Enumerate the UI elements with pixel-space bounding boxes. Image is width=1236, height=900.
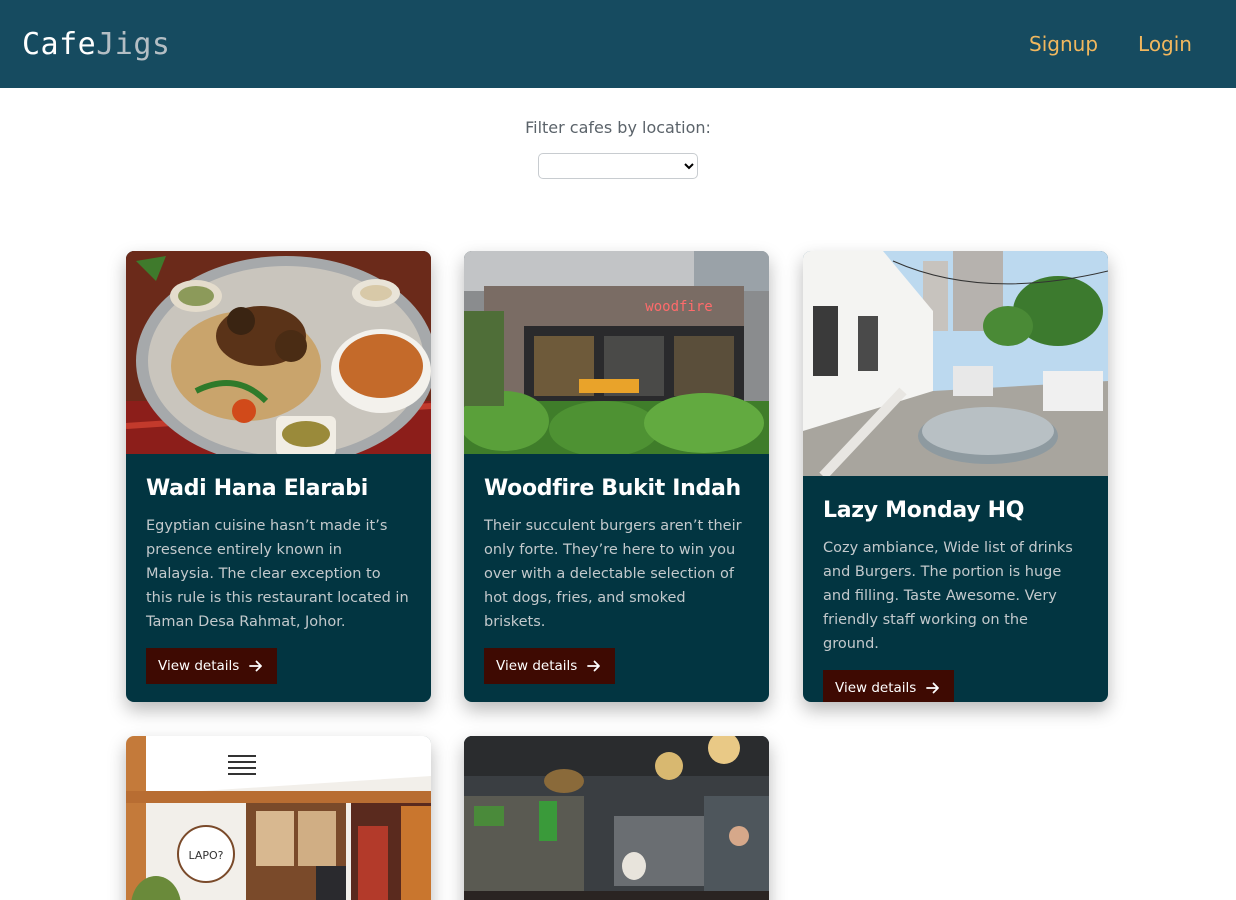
navbar: CafeJigs Signup Login bbox=[0, 0, 1236, 88]
cafe-interior-image bbox=[464, 736, 769, 900]
cafe-entrance-image: LAPO? bbox=[126, 736, 431, 900]
filter-label: Filter cafes by location: bbox=[525, 118, 711, 137]
card-body: Woodfire Bukit Indah Their succulent bur… bbox=[464, 454, 769, 702]
cafe-card: LAPO? bbox=[126, 736, 431, 900]
brand-part-1: Cafe bbox=[22, 26, 97, 62]
view-details-label: View details bbox=[496, 658, 578, 674]
cafe-card bbox=[464, 736, 769, 900]
nav-links: Signup Login bbox=[1029, 32, 1192, 56]
view-details-label: View details bbox=[835, 680, 917, 696]
storefront-sign: woodfire bbox=[645, 299, 712, 315]
card-description: Their succulent burgers aren’t their onl… bbox=[484, 518, 742, 630]
card-body: Wadi Hana Elarabi Egyptian cuisine hasn’… bbox=[126, 454, 431, 702]
location-select[interactable] bbox=[538, 153, 698, 179]
brand-logo[interactable]: CafeJigs bbox=[22, 27, 171, 62]
card-title: Woodfire Bukit Indah bbox=[484, 476, 741, 501]
login-link[interactable]: Login bbox=[1138, 32, 1192, 56]
signup-link[interactable]: Signup bbox=[1029, 32, 1098, 56]
card-description: Cozy ambiance, Wide list of drinks and B… bbox=[823, 540, 1073, 652]
card-title: Wadi Hana Elarabi bbox=[146, 476, 369, 501]
cafe-card: woodfire Woodfire Bukit Indah Their succ… bbox=[464, 251, 769, 702]
outdoor-seating-image bbox=[803, 251, 1108, 476]
arrow-right-icon bbox=[587, 660, 601, 672]
arrow-right-icon bbox=[926, 682, 940, 694]
view-details-button[interactable]: View details bbox=[484, 648, 616, 684]
view-details-label: View details bbox=[158, 658, 240, 674]
arrow-right-icon bbox=[249, 660, 263, 672]
cafe-sign: LAPO? bbox=[188, 849, 223, 862]
brand-part-2: Jigs bbox=[96, 26, 171, 62]
card-body: Lazy Monday HQ Cozy ambiance, Wide list … bbox=[803, 476, 1108, 702]
card-description: Egyptian cuisine hasn’t made it’s presen… bbox=[146, 518, 409, 630]
view-details-button[interactable]: View details bbox=[823, 670, 955, 702]
view-details-button[interactable]: View details bbox=[146, 648, 278, 684]
location-filter: Filter cafes by location: bbox=[0, 118, 1236, 179]
storefront-image: woodfire bbox=[464, 251, 769, 454]
card-title: Lazy Monday HQ bbox=[823, 498, 1025, 523]
food-platter-image bbox=[126, 251, 431, 454]
cafe-card: Wadi Hana Elarabi Egyptian cuisine hasn’… bbox=[126, 251, 431, 702]
cafe-card: Lazy Monday HQ Cozy ambiance, Wide list … bbox=[803, 251, 1108, 702]
